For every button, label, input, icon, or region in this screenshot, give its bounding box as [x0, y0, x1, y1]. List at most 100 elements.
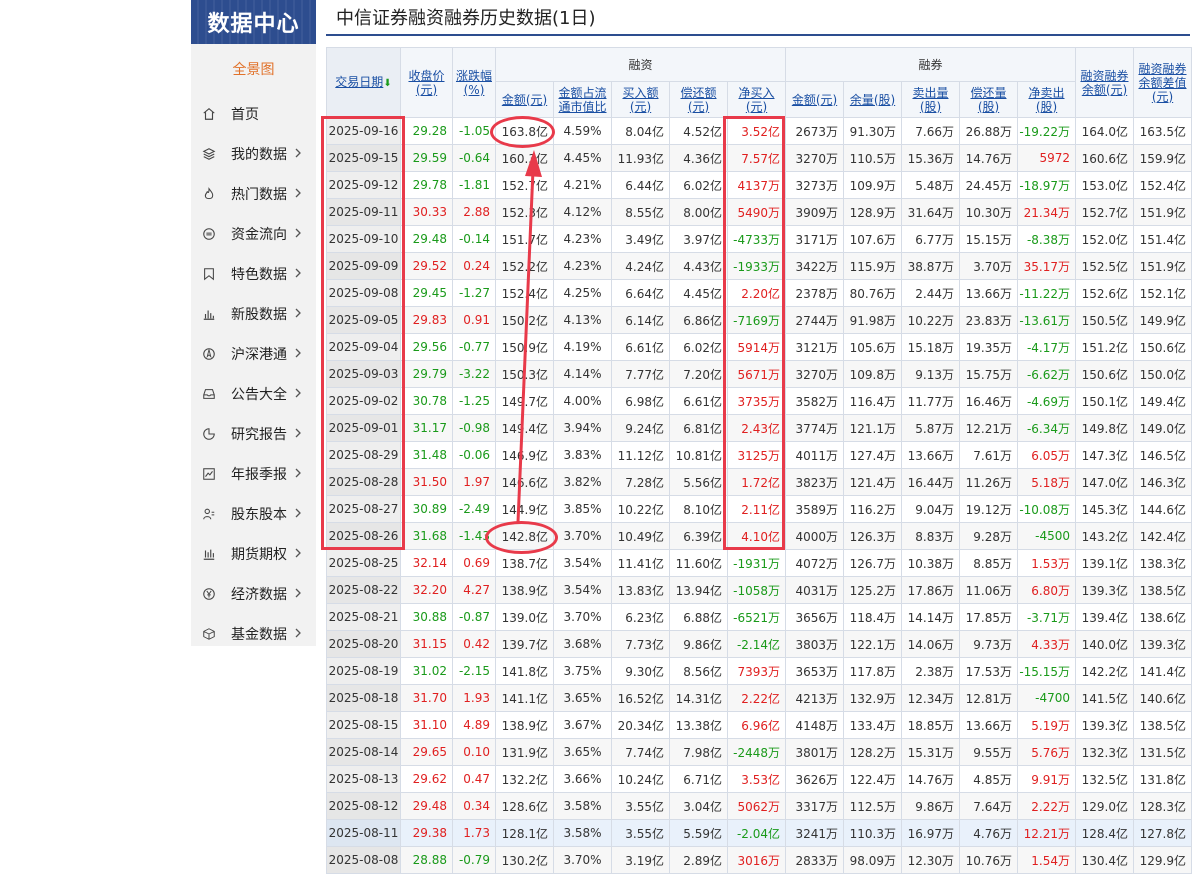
cell-date: 2025-08-26	[326, 522, 401, 550]
cell-total: 150.1亿	[1075, 387, 1134, 415]
sidebar-item[interactable]: 资金流向	[191, 214, 316, 254]
cell-diff: 150.0亿	[1133, 360, 1192, 388]
group-header-financing: 融资	[495, 47, 786, 82]
cell-chg: -1.43	[452, 522, 496, 550]
chevron-right-icon	[292, 506, 304, 520]
col-header-change[interactable]: 涨跌幅 (%)	[452, 47, 496, 118]
brand-logo[interactable]: 数据中心	[191, 0, 316, 44]
sidebar-item[interactable]: 首页	[191, 94, 316, 134]
sidebar-item[interactable]: 公告大全	[191, 374, 316, 414]
cell-rz-net: 2.20亿	[727, 279, 786, 307]
cell-close: 29.48	[400, 225, 453, 253]
sidebar-item[interactable]: 热门数据	[191, 174, 316, 214]
col-header-date[interactable]: 交易日期⬇	[326, 47, 401, 118]
col-header-rq-sell[interactable]: 卖出量 (股)	[901, 81, 960, 118]
chevron-right-icon	[292, 146, 304, 160]
cell-rq-vol: 133.4万	[843, 711, 902, 739]
cell-rq-amt: 3774万	[785, 414, 844, 442]
col-header-balance-diff[interactable]: 融资融券 余额差值 (元)	[1133, 47, 1192, 118]
col-header-rz-ratio[interactable]: 金额占流 通市值比	[553, 81, 612, 118]
cell-rz-ratio: 3.66%	[553, 765, 612, 793]
cell-rq-repay: 15.15万	[959, 225, 1018, 253]
table-row: 2025-08-28 31.50 1.97 146.6亿 3.82% 7.28亿 5.56亿…	[326, 468, 1192, 496]
cell-rz-ratio: 3.85%	[553, 495, 612, 523]
cell-rq-net: 9.91万	[1017, 765, 1076, 793]
cell-rq-repay: 11.06万	[959, 576, 1018, 604]
col-header-rz-repay[interactable]: 偿还额 (元)	[669, 81, 728, 118]
cell-rq-repay: 19.12万	[959, 495, 1018, 523]
sidebar-item[interactable]: 新股数据	[191, 294, 316, 334]
cell-rz-buy: 10.22亿	[611, 495, 670, 523]
cell-close: 29.62	[400, 765, 453, 793]
cell-rq-sell: 9.13万	[901, 360, 960, 388]
cell-date: 2025-08-25	[326, 549, 401, 577]
cell-chg: 4.89	[452, 711, 496, 739]
col-header-total-balance[interactable]: 融资融券 余额(元)	[1075, 47, 1134, 118]
cell-rq-net: 2.22万	[1017, 792, 1076, 820]
cell-diff: 140.6亿	[1133, 684, 1192, 712]
table-row: 2025-08-13 29.62 0.47 132.2亿 3.66% 10.24亿 6.71…	[326, 765, 1192, 793]
overview-link[interactable]: 全景图	[191, 44, 316, 94]
col-header-rq-net-sell[interactable]: 净卖出 (股)	[1017, 81, 1076, 118]
cell-rz-ratio: 3.54%	[553, 576, 612, 604]
sidebar-item[interactable]: 年报季报	[191, 454, 316, 494]
cell-total: 152.5亿	[1075, 252, 1134, 280]
cell-date: 2025-08-20	[326, 630, 401, 658]
cell-rq-repay: 23.83万	[959, 306, 1018, 334]
cell-rq-amt: 4072万	[785, 549, 844, 577]
table-row: 2025-08-27 30.89 -2.49 144.9亿 3.85% 10.22亿 8.1…	[326, 495, 1192, 523]
cell-chg: 1.93	[452, 684, 496, 712]
cell-total: 130.4亿	[1075, 846, 1134, 874]
cell-rq-sell: 11.77万	[901, 387, 960, 415]
sidebar-item-label: 资金流向	[231, 227, 287, 243]
cell-rq-vol: 109.8万	[843, 360, 902, 388]
cell-rz-amt: 138.9亿	[495, 711, 554, 739]
cell-rq-amt: 3582万	[785, 387, 844, 415]
cell-rz-net: -2448万	[727, 738, 786, 766]
cell-total: 139.3亿	[1075, 576, 1134, 604]
cell-rz-net: 6.96亿	[727, 711, 786, 739]
cell-rz-buy: 7.28亿	[611, 468, 670, 496]
cell-rq-net: 6.05万	[1017, 441, 1076, 469]
cell-close: 28.88	[400, 846, 453, 874]
cell-rz-buy: 3.49亿	[611, 225, 670, 253]
cell-close: 29.83	[400, 306, 453, 334]
cell-rz-net: 3.52亿	[727, 117, 786, 145]
cell-rq-vol: 132.9万	[843, 684, 902, 712]
cell-rz-repay: 10.81亿	[669, 441, 728, 469]
col-header-rz-buy[interactable]: 买入额 (元)	[611, 81, 670, 118]
cell-rz-ratio: 4.00%	[553, 387, 612, 415]
sidebar-item[interactable]: 我的数据	[191, 134, 316, 174]
cell-rz-ratio: 4.19%	[553, 333, 612, 361]
col-header-rq-amount[interactable]: 金额(元)	[785, 81, 844, 118]
bookmark-icon	[201, 266, 217, 282]
cell-rq-amt: 3270万	[785, 360, 844, 388]
cell-chg: 1.73	[452, 819, 496, 847]
col-header-rq-volume[interactable]: 余量(股)	[843, 81, 902, 118]
cell-rq-sell: 2.44万	[901, 279, 960, 307]
sidebar-item[interactable]: 研究报告	[191, 414, 316, 454]
table-row: 2025-08-25 32.14 0.69 138.7亿 3.54% 11.41亿 11.6…	[326, 549, 1192, 577]
cell-rq-vol: 116.2万	[843, 495, 902, 523]
cell-rq-sell: 12.30万	[901, 846, 960, 874]
table-row: 2025-09-01 31.17 -0.98 149.4亿 3.94% 9.24亿 6.81…	[326, 414, 1192, 442]
sidebar-item[interactable]: 股东股本	[191, 494, 316, 534]
col-header-rz-net-buy[interactable]: 净买入 (元)	[727, 81, 786, 118]
sidebar-item[interactable]: 期货期权	[191, 534, 316, 574]
table-row: 2025-08-15 31.10 4.89 138.9亿 3.67% 20.34亿 13.3…	[326, 711, 1192, 739]
cell-rq-repay: 9.28万	[959, 522, 1018, 550]
cell-rz-ratio: 3.83%	[553, 441, 612, 469]
sidebar-item[interactable]: 特色数据	[191, 254, 316, 294]
col-header-close[interactable]: 收盘价 (元)	[400, 47, 453, 118]
cell-rz-buy: 6.64亿	[611, 279, 670, 307]
cell-rz-amt: 150.3亿	[495, 360, 554, 388]
cell-diff: 127.8亿	[1133, 819, 1192, 847]
cell-rq-net: -8.38万	[1017, 225, 1076, 253]
cell-total: 149.8亿	[1075, 414, 1134, 442]
sidebar-item[interactable]: 沪深港通	[191, 334, 316, 374]
cell-date: 2025-09-05	[326, 306, 401, 334]
col-header-rq-repay[interactable]: 偿还量 (股)	[959, 81, 1018, 118]
sidebar-item[interactable]: 经济数据	[191, 574, 316, 614]
col-header-rz-amount[interactable]: 金额(元)	[495, 81, 554, 118]
sidebar-item[interactable]: 基金数据	[191, 614, 316, 654]
